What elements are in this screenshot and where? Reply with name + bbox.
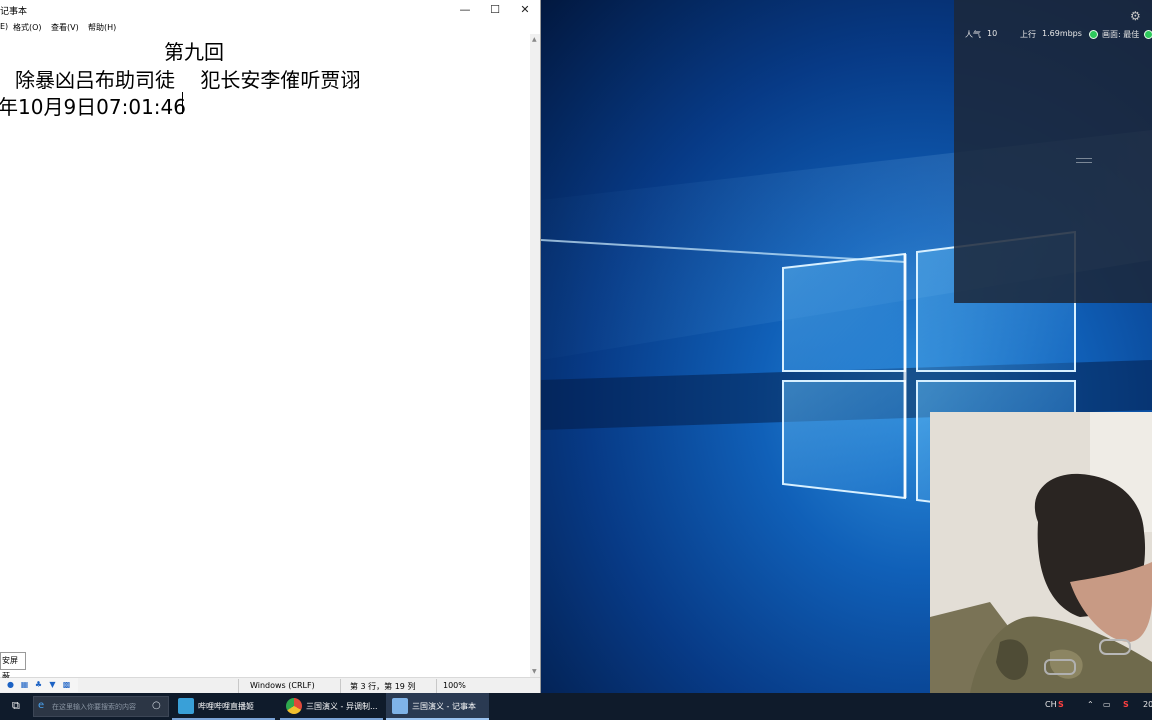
status-divider xyxy=(340,679,341,693)
bilibili-live-icon xyxy=(178,698,194,714)
sogou-tray-icon[interactable]: S xyxy=(1123,700,1129,709)
taskbar-app-label: 三国演义 - 异调制... xyxy=(306,702,378,711)
scroll-up-icon[interactable]: ▲ xyxy=(532,36,537,43)
ime-status-label[interactable]: 安屏蔽 xyxy=(0,652,26,681)
grid-icon[interactable]: ▩ xyxy=(62,680,71,689)
cursor-position-status: 第 3 行，第 19 列 xyxy=(350,682,416,691)
webcam-feed xyxy=(930,412,1152,693)
edge-icon: e xyxy=(38,700,45,711)
status-dot-icon xyxy=(1089,30,1098,39)
panel-drag-handle[interactable] xyxy=(1076,158,1092,163)
status-bar: Windows (CRLF) 第 3 行，第 19 列 100% xyxy=(0,677,540,693)
notepad-titlebar[interactable]: 记事本 — ☐ ✕ xyxy=(0,0,540,20)
minimize-button[interactable]: — xyxy=(450,0,480,20)
maximize-button[interactable]: ☐ xyxy=(480,0,510,20)
taskbar-app-label: 哔哩哔哩直播姬 xyxy=(198,702,254,711)
window-title: 记事本 xyxy=(0,7,28,17)
status-divider xyxy=(436,679,437,693)
zoom-status: 100% xyxy=(443,681,466,690)
scroll-down-icon[interactable]: ▼ xyxy=(532,668,537,675)
status-divider xyxy=(238,679,239,693)
menu-edit[interactable]: E) xyxy=(0,22,8,31)
taskbar-app-bilibili-live[interactable]: 哔哩哔哩直播姬 xyxy=(172,693,275,720)
taskbar: ⧉ e 在这里输入你要搜索的内容 ○ 哔哩哔哩直播姬 三国演义 - 异调制...… xyxy=(0,693,1152,720)
upload-value: 1.69mbps xyxy=(1042,29,1082,38)
network-icon[interactable]: ▭ xyxy=(1103,700,1111,709)
popularity-label: 人气 xyxy=(965,30,981,39)
taskbar-search-box[interactable]: e 在这里输入你要搜索的内容 ○ xyxy=(33,696,169,717)
text-line-1: 第九回 xyxy=(164,40,224,64)
popularity-value: 10 xyxy=(987,29,998,38)
webcam-person-image xyxy=(930,412,1152,693)
stream-stats-panel: ⚙ 人气 10 上行 1.69mbps 画面: 最佳 xyxy=(954,0,1152,303)
chevron-up-icon[interactable]: ⌃ xyxy=(1087,700,1094,709)
taskbar-app-notepad[interactable]: 三国演义 - 记事本 xyxy=(386,693,489,720)
vertical-scrollbar[interactable]: ▲ ▼ xyxy=(530,34,540,677)
chrome-icon xyxy=(286,698,302,714)
search-icon[interactable]: ○ xyxy=(152,700,161,711)
task-view-icon[interactable]: ⧉ xyxy=(12,699,20,713)
sogou-icon[interactable]: S xyxy=(1058,700,1064,709)
text-line-3: 年10月9日07:01:46 xyxy=(0,95,186,119)
ime-mode-indicator[interactable]: CH xyxy=(1045,700,1057,709)
menu-format[interactable]: 格式(O) xyxy=(13,22,42,33)
shirt-icon[interactable]: ▼ xyxy=(48,680,57,689)
text-line-2: 除暴凶吕布助司徒 犯长安李傕听贾诩 xyxy=(15,68,361,92)
mic-icon[interactable]: ● xyxy=(6,680,15,689)
keyboard-icon[interactable]: ▦ xyxy=(20,680,29,689)
ime-toolbar[interactable]: ● ▦ ♣ ▼ ▩ xyxy=(0,678,78,692)
close-button[interactable]: ✕ xyxy=(510,0,540,20)
quality-label: 画面: 最佳 xyxy=(1102,30,1140,39)
notepad-icon xyxy=(392,698,408,714)
menu-help[interactable]: 帮助(H) xyxy=(88,22,116,33)
line-ending-status: Windows (CRLF) xyxy=(250,681,315,690)
status-dot-icon xyxy=(1144,30,1152,39)
text-caret xyxy=(182,92,183,114)
gear-icon[interactable]: ⚙ xyxy=(1130,9,1141,23)
menu-bar: E) 格式(O) 查看(V) 帮助(H) xyxy=(0,20,540,34)
notepad-window[interactable]: 记事本 — ☐ ✕ E) 格式(O) 查看(V) 帮助(H) 第九回 除暴凶吕布… xyxy=(0,0,541,693)
taskbar-app-chrome[interactable]: 三国演义 - 异调制... xyxy=(280,693,383,720)
taskbar-app-label: 三国演义 - 记事本 xyxy=(412,702,476,711)
clock[interactable]: 20 xyxy=(1143,700,1152,709)
menu-view[interactable]: 查看(V) xyxy=(51,22,79,33)
search-placeholder: 在这里输入你要搜索的内容 xyxy=(52,703,136,711)
upload-label: 上行 xyxy=(1020,30,1036,39)
stream-stats-row: 人气 10 上行 1.69mbps 画面: 最佳 xyxy=(954,28,1152,40)
skin-icon[interactable]: ♣ xyxy=(34,680,43,689)
text-editor[interactable]: 第九回 除暴凶吕布助司徒 犯长安李傕听贾诩 年10月9日07:01:46 xyxy=(0,34,530,677)
